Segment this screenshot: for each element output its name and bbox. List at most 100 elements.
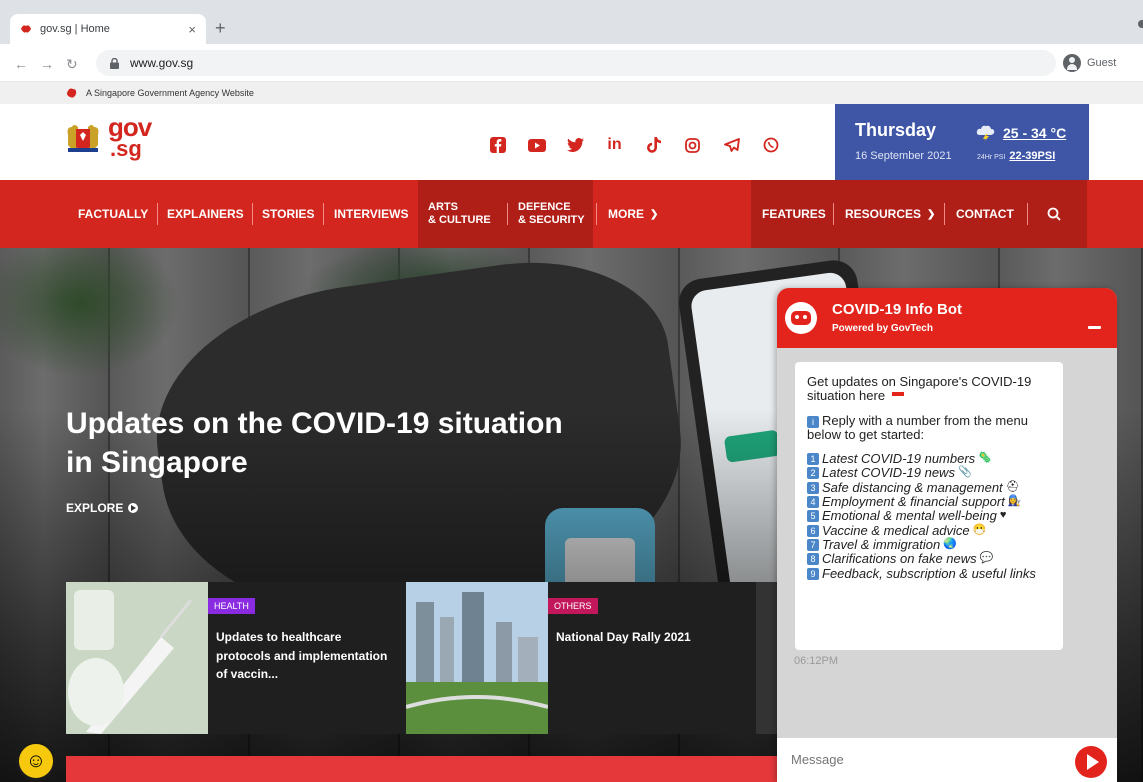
nav-stories[interactable]: STORIES [262, 180, 314, 248]
bot-menu-item-label: Latest COVID-19 news [822, 465, 955, 481]
featured-cards: HEALTH Updates to healthcare protocols a… [66, 582, 778, 734]
new-tab-button[interactable]: + [215, 18, 226, 39]
nav-divider [1027, 203, 1028, 225]
bot-menu-item-label: Emotional & mental well-being [822, 508, 997, 524]
bot-menu-item[interactable]: 5 Emotional & mental well-being ♥ [807, 509, 1051, 523]
feedback-smiley-icon[interactable]: ☺ [16, 741, 56, 781]
bot-menu-item[interactable]: 9 Feedback, subscription & useful links [807, 565, 1051, 581]
bot-menu-item[interactable]: 6 Vaccine & medical advice 😷 [807, 523, 1051, 538]
nav-interviews[interactable]: INTERVIEWS [334, 180, 408, 248]
card-headline[interactable]: National Day Rally 2021 [556, 628, 736, 647]
bot-menu-item-label: Clarifications on fake news [822, 551, 977, 567]
youtube-icon[interactable] [517, 134, 556, 156]
browser-tab[interactable]: gov.sg | Home × [10, 14, 206, 44]
bot-menu-item-label: Feedback, subscription & useful links [822, 565, 1036, 581]
profile-avatar-icon [1063, 54, 1081, 72]
weather-temp[interactable]: 25 - 34 °C [975, 124, 1066, 142]
site-header: gov .sg in Thursday 16 September 2021 25… [0, 104, 1143, 180]
bot-menu-item[interactable]: 8 Clarifications on fake news 💬 [807, 551, 1051, 567]
article-card-partial[interactable] [756, 582, 778, 734]
reload-icon[interactable]: ↻ [66, 56, 78, 73]
linkedin-icon[interactable]: in [595, 134, 634, 156]
weather-widget[interactable]: Thursday 16 September 2021 25 - 34 °C 24… [835, 104, 1089, 180]
nav-factually[interactable]: FACTUALLY [78, 180, 148, 248]
forward-arrow-icon[interactable]: → [40, 56, 54, 72]
bot-menu-item[interactable]: 1 Latest COVID-19 numbers 🦠 [807, 451, 1051, 466]
keycap-number-icon: 6 [807, 524, 819, 537]
weather-date: 16 September 2021 [855, 150, 952, 162]
menu-emoji-icon: ⛑ [1005, 480, 1020, 493]
keycap-number-icon: 4 [807, 496, 819, 509]
keycap-number-icon: 9 [807, 567, 819, 580]
browser-address-bar: ← → ↻ www.gov.sg Guest [0, 44, 1143, 82]
govsg-logo[interactable]: gov .sg [64, 114, 152, 160]
card-category-tag[interactable]: OTHERS [548, 598, 598, 614]
message-input[interactable] [791, 752, 1061, 767]
nav-more-label: MORE [608, 207, 644, 221]
chat-subtitle: Powered by GovTech [832, 323, 933, 334]
nav-more[interactable]: MORE ❯ [608, 180, 658, 248]
bot-menu-item[interactable]: 3 Safe distancing & management ⛑ [807, 479, 1051, 495]
psi-value: 22-39PSI [1009, 150, 1056, 162]
browser-tab-bar: gov.sg | Home × + [0, 0, 1143, 44]
twitter-icon[interactable] [556, 134, 595, 156]
tiktok-icon[interactable] [634, 134, 673, 156]
nav-explainers[interactable]: EXPLAINERS [167, 180, 244, 248]
telegram-icon[interactable] [712, 134, 751, 156]
back-arrow-icon[interactable]: ← [14, 56, 28, 72]
chat-header[interactable]: COVID-19 Info Bot Powered by GovTech [777, 288, 1117, 348]
profile-button[interactable]: Guest [1063, 50, 1135, 76]
govsg-wordmark: gov .sg [108, 114, 152, 160]
whatsapp-icon[interactable] [751, 134, 790, 156]
nav-resources[interactable]: RESOURCES ❯ [845, 180, 935, 248]
message-timestamp: 06:12PM [794, 655, 839, 667]
nav-arts-line2: & CULTURE [428, 214, 491, 226]
menu-emoji-icon: 😷 [972, 523, 987, 536]
keycap-number-icon: 1 [807, 453, 819, 466]
play-circle-icon [128, 503, 139, 513]
bot-menu-item-label: Safe distancing & management [822, 479, 1003, 495]
singapore-city-image [406, 582, 548, 734]
keycap-number-icon: 5 [807, 510, 819, 523]
keycap-number-icon: 2 [807, 467, 819, 480]
robot-avatar-icon [785, 302, 817, 334]
agency-banner-text: A Singapore Government Agency Website [86, 88, 254, 98]
nav-arts-line1: ARTS [428, 201, 458, 214]
browser-tab-title: gov.sg | Home [40, 23, 110, 35]
send-icon[interactable] [1075, 746, 1107, 778]
bot-menu-item[interactable]: 2 Latest COVID-19 news 📎 [807, 466, 1051, 480]
explore-link[interactable]: EXPLORE [66, 501, 139, 515]
menu-emoji-icon: 🌏 [943, 537, 957, 550]
article-card[interactable]: OTHERS National Day Rally 2021 [406, 582, 756, 734]
nav-divider [507, 203, 508, 225]
social-links: in [478, 134, 790, 156]
nav-defence-line1: DEFENCE [518, 201, 571, 214]
search-icon[interactable] [1047, 180, 1061, 248]
main-navigation: FACTUALLY EXPLAINERS STORIES INTERVIEWS … [0, 180, 1143, 248]
card-category-tag[interactable]: HEALTH [208, 598, 255, 614]
instagram-icon[interactable] [673, 134, 712, 156]
minimize-icon[interactable] [1088, 326, 1101, 329]
bot-menu-item[interactable]: 4 Employment & financial support 👩‍🔧 [807, 494, 1051, 510]
hero-title[interactable]: Updates on the COVID-19 situation in Sin… [66, 404, 586, 482]
nav-arts-culture[interactable]: ARTS & CULTURE [428, 180, 491, 248]
nav-divider [944, 203, 945, 225]
psi-reading[interactable]: 24Hr PSI 22-39PSI [977, 150, 1055, 162]
card-headline[interactable]: Updates to healthcare protocols and impl… [216, 628, 396, 684]
extension-icon[interactable] [1138, 20, 1143, 28]
reply-text: Reply with a number from the menu below … [807, 412, 1028, 442]
url-input[interactable]: www.gov.sg [96, 50, 1056, 76]
menu-emoji-icon: 💬 [979, 552, 994, 565]
page-root: gov.sg | Home × + ← → ↻ www.gov.sg Guest… [0, 0, 1143, 782]
keycap-number-icon: 7 [807, 538, 819, 551]
bot-menu-item-label: Employment & financial support [822, 494, 1005, 510]
nav-features[interactable]: FEATURES [762, 180, 826, 248]
nav-contact[interactable]: CONTACT [956, 180, 1014, 248]
bot-menu-item[interactable]: 7 Travel & immigration 🌏 [807, 537, 1051, 552]
facebook-icon[interactable] [478, 134, 517, 156]
tab-close-icon[interactable]: × [188, 22, 196, 37]
explore-label: EXPLORE [66, 501, 124, 515]
chat-title: COVID-19 Info Bot [832, 301, 962, 318]
nav-defence-security[interactable]: DEFENCE & SECURITY [518, 180, 585, 248]
article-card[interactable]: HEALTH Updates to healthcare protocols a… [66, 582, 406, 734]
